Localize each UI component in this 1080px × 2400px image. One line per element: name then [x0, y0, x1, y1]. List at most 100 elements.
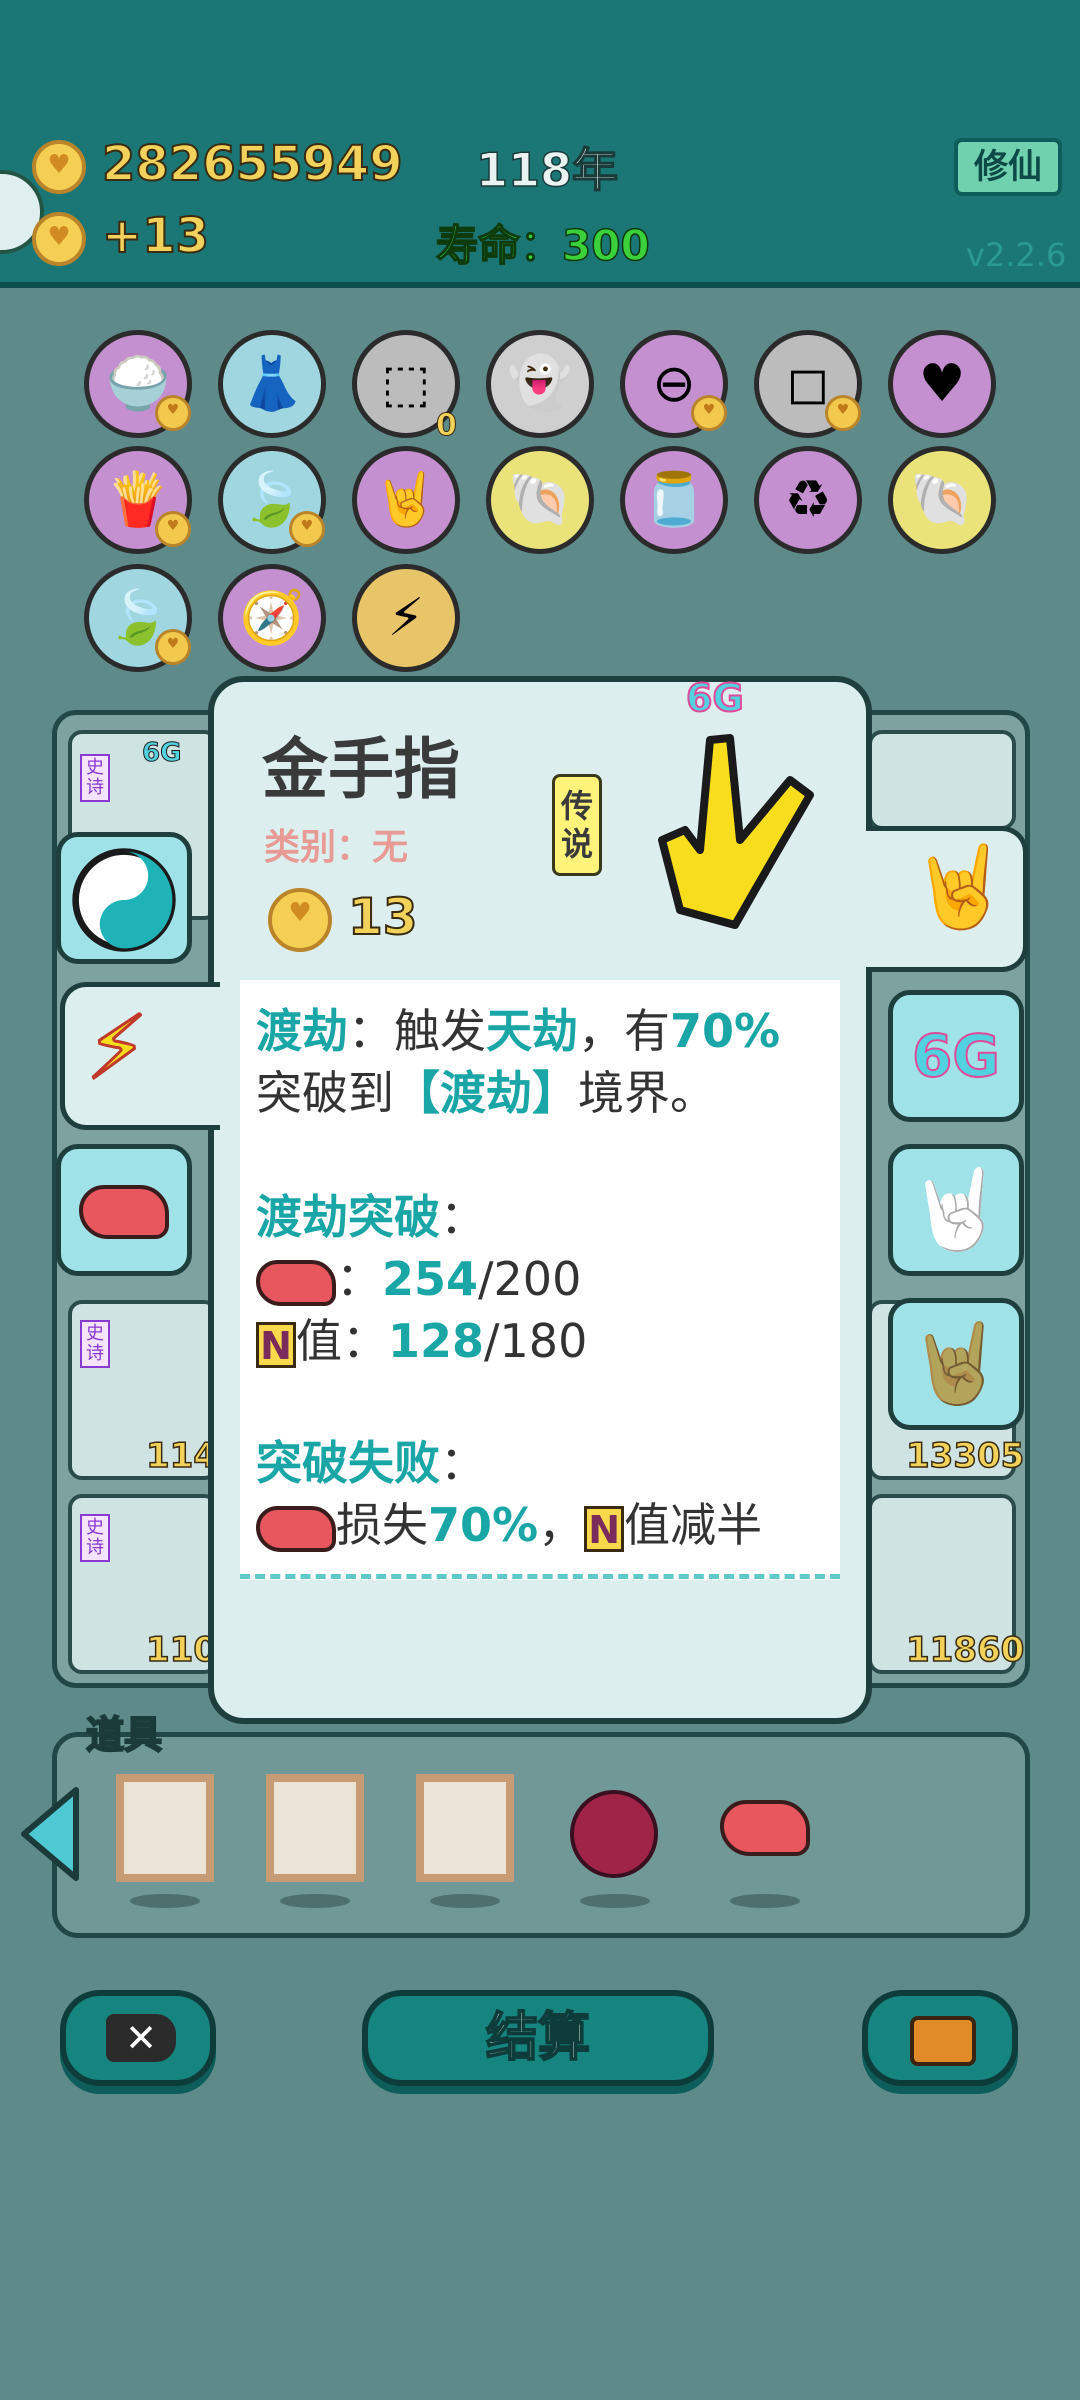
- text: ：: [440, 1436, 486, 1490]
- empty-slot[interactable]: [116, 1774, 214, 1882]
- no-entry-icon[interactable]: ⊖ ♥: [620, 330, 728, 438]
- lifespan-label: 寿命：300: [435, 212, 650, 273]
- heart-balloon-icon[interactable]: ♥: [888, 330, 996, 438]
- slot-shadow: [730, 1894, 800, 1908]
- text: 值：: [296, 1314, 388, 1368]
- loss-percent: 70%: [428, 1498, 539, 1552]
- text: ：: [440, 1190, 486, 1244]
- brown-hand-icon: 🤘: [907, 1319, 1005, 1409]
- ghost-icon[interactable]: 👻: [486, 330, 594, 438]
- cost-coin-icon: [268, 888, 332, 952]
- close-button[interactable]: ✕: [60, 1990, 216, 2086]
- failure-title: 突破失败: [256, 1436, 440, 1490]
- lifespan-value: 300: [561, 220, 650, 271]
- egg-count: 0: [436, 408, 458, 444]
- text: ，有: [578, 1004, 670, 1058]
- yin-yang-tab[interactable]: [56, 832, 192, 964]
- leaf-icon[interactable]: 🍃 ♥: [218, 446, 326, 554]
- character-score: 11860: [905, 1629, 1025, 1671]
- liver-icon: [256, 1259, 336, 1306]
- golden-finger-icon: [658, 734, 814, 929]
- recycle-icon[interactable]: ♻: [754, 446, 862, 554]
- coin-gain: +13: [101, 207, 210, 265]
- item-title: 金手指: [262, 731, 460, 808]
- six-g-tab[interactable]: 6G: [888, 990, 1024, 1122]
- liver-icon[interactable]: [720, 1800, 810, 1856]
- empty-slot[interactable]: [416, 1774, 514, 1882]
- version-label: v2.2.6: [966, 236, 1067, 274]
- character-card[interactable]: 史诗 110: [68, 1494, 218, 1674]
- slot-shadow: [280, 1894, 350, 1908]
- rarity-badge: 传说: [552, 774, 602, 876]
- lifespan-caption: 寿命：: [435, 220, 563, 271]
- text: 境界。: [578, 1066, 716, 1120]
- lightning-icon[interactable]: ⚡: [352, 564, 460, 672]
- realm-keyword: 【渡劫】: [394, 1066, 578, 1120]
- liver-value: 254: [382, 1252, 479, 1306]
- coin-icon: [32, 140, 86, 194]
- settle-button[interactable]: 结算: [362, 1990, 714, 2086]
- character-card[interactable]: 11860: [868, 1494, 1025, 1674]
- arrow-left-icon[interactable]: [18, 1784, 82, 1884]
- text: 损失: [336, 1498, 428, 1552]
- epic-badge: 史诗: [80, 754, 110, 802]
- xiuxian-button[interactable]: 修仙: [954, 138, 1062, 196]
- n-icon: N: [256, 1321, 296, 1368]
- coin-total: 282655949: [101, 135, 404, 193]
- description-paragraph-3: 突破失败： 损失70%， N值减半: [256, 1432, 836, 1556]
- compass-icon[interactable]: 🧭: [218, 564, 326, 672]
- character-score: 110: [145, 1629, 217, 1671]
- slot-shadow: [580, 1894, 650, 1908]
- lightning-icon[interactable]: ⚡: [85, 995, 150, 1101]
- bag-button[interactable]: [862, 1990, 1018, 2086]
- text: 值减半: [624, 1498, 763, 1552]
- text: ，: [538, 1498, 585, 1552]
- briefcase-icon: [910, 2016, 976, 2066]
- liver-icon: [79, 1185, 169, 1239]
- text: 突破到: [256, 1066, 394, 1120]
- fries-icon[interactable]: 🍟 ♥: [84, 446, 192, 554]
- jar-icon[interactable]: 🫙: [620, 446, 728, 554]
- bayberry-icon[interactable]: [570, 1790, 658, 1878]
- six-g-label: 6G: [911, 1021, 1001, 1091]
- rock-hand-icon: 🤘: [910, 840, 1010, 933]
- character-card[interactable]: [868, 730, 1016, 830]
- tianjie-keyword: 天劫: [486, 1004, 578, 1058]
- coin-gain-icon: [32, 212, 86, 266]
- percent: 70%: [670, 1004, 781, 1058]
- n-icon: N: [584, 1505, 625, 1552]
- leaf-icon[interactable]: 🍃 ♥: [84, 564, 192, 672]
- breakthrough-title: 渡劫突破: [256, 1190, 440, 1244]
- character-card[interactable]: 史诗 114: [68, 1300, 218, 1480]
- white-hand-icon: 🤘: [907, 1165, 1005, 1255]
- liver-max: /200: [478, 1252, 582, 1306]
- shell-icon[interactable]: 🐚: [486, 446, 594, 554]
- white-hand-tab[interactable]: 🤘: [888, 1144, 1024, 1276]
- divider-bottom: [240, 1574, 840, 1579]
- dujie-keyword: 渡劫: [256, 1004, 348, 1058]
- rock-hand-icon[interactable]: 🤘: [352, 446, 460, 554]
- yin-yang-icon: [72, 848, 176, 952]
- slot-shadow: [130, 1894, 200, 1908]
- liver-tab[interactable]: [56, 1144, 192, 1276]
- slot-shadow: [430, 1894, 500, 1908]
- text: ：触发: [348, 1004, 486, 1058]
- liver-icon: [256, 1505, 336, 1552]
- character-score: 13305: [905, 1435, 1025, 1477]
- brown-hand-tab[interactable]: 🤘: [888, 1298, 1024, 1430]
- ice-cubes-icon[interactable]: ◻ ♥: [754, 330, 862, 438]
- shell-icon[interactable]: 🐚: [888, 446, 996, 554]
- text: ：: [336, 1252, 382, 1306]
- n-value: 128: [388, 1314, 485, 1368]
- six-g-tag: 6G: [141, 738, 182, 769]
- empty-slot[interactable]: [266, 1774, 364, 1882]
- item-category: 类别：无: [264, 827, 409, 868]
- year-label: 118年: [475, 142, 619, 198]
- n-max: /180: [484, 1314, 588, 1368]
- epic-badge: 史诗: [80, 1514, 110, 1562]
- rice-bowl-icon[interactable]: 🍚 ♥: [84, 330, 192, 438]
- six-g-tag: 6G: [685, 675, 745, 721]
- skirt-icon[interactable]: 👗: [218, 330, 326, 438]
- character-score: 114: [145, 1435, 217, 1477]
- props-label: 道具: [85, 1712, 163, 1758]
